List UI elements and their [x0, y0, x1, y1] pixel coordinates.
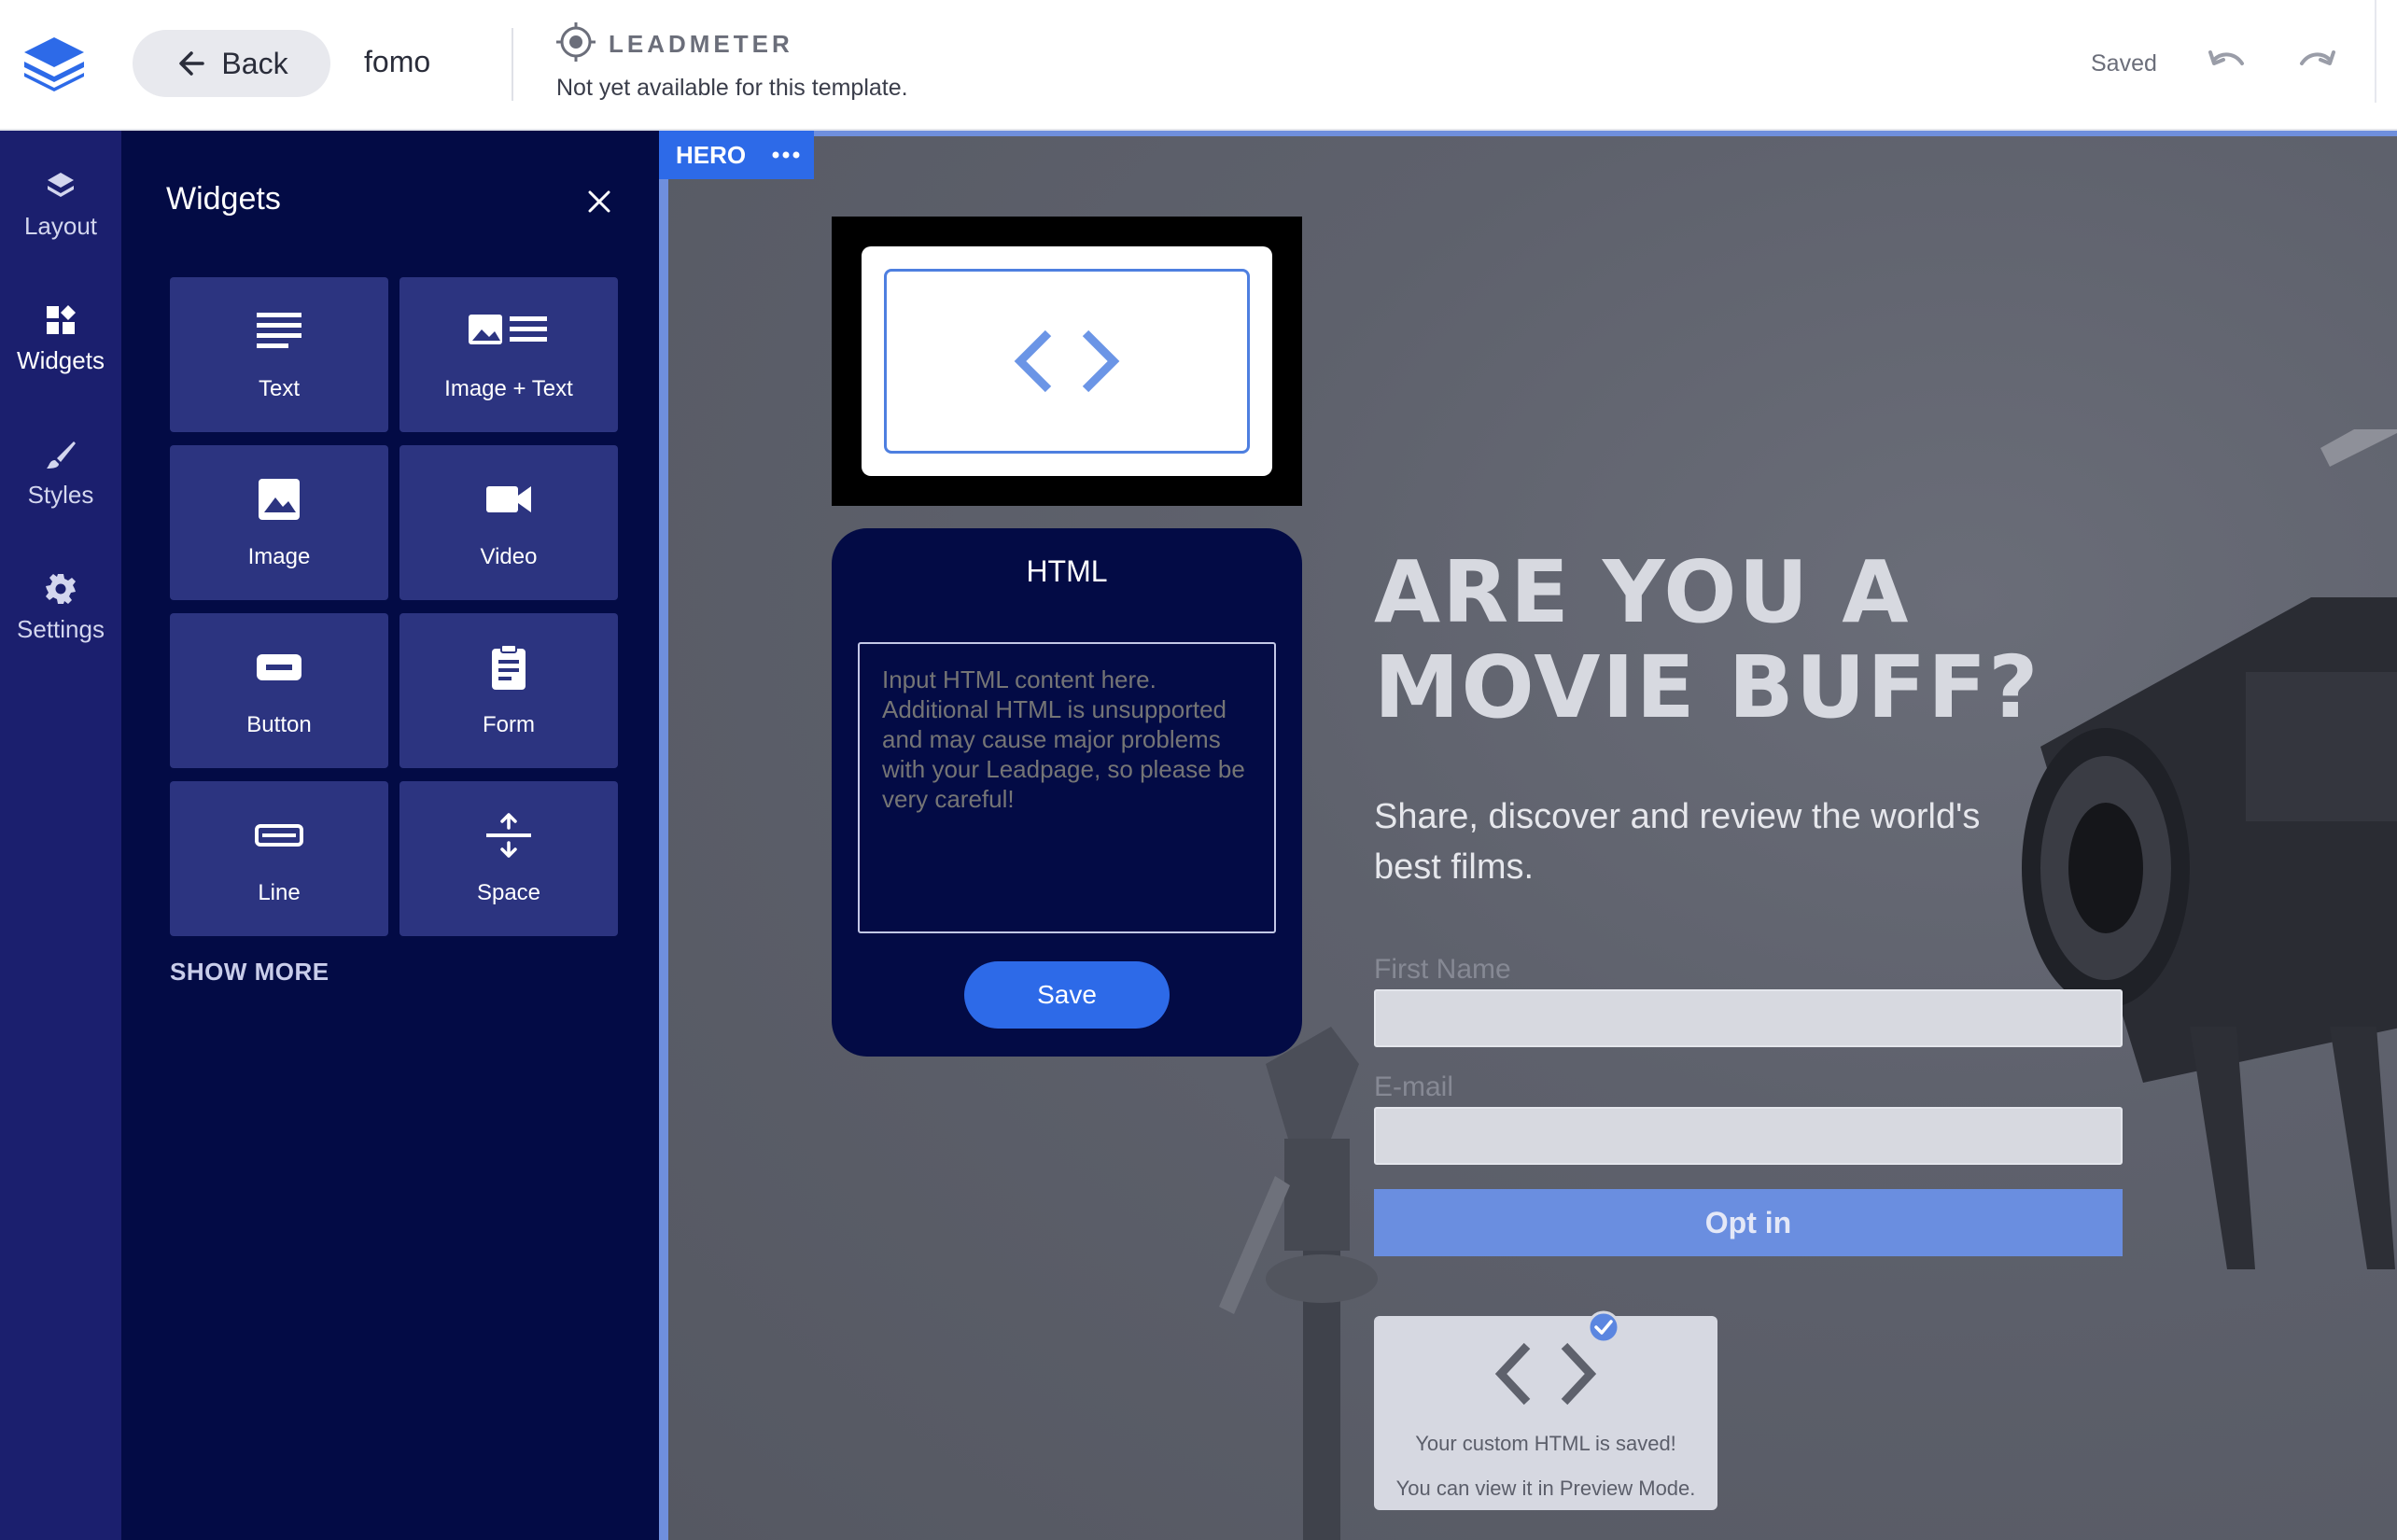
- brush-icon: [47, 441, 76, 469]
- widget-tile-form[interactable]: Form: [400, 613, 618, 768]
- undo-icon[interactable]: [2207, 47, 2248, 80]
- html-content-textarea[interactable]: [858, 642, 1276, 933]
- gear-icon: [46, 573, 76, 604]
- rail-item-styles[interactable]: Styles: [0, 422, 121, 525]
- video-icon: [486, 486, 531, 512]
- rail-item-settings[interactable]: Settings: [0, 556, 121, 659]
- html-editor-popover: HTML Save: [832, 528, 1302, 1057]
- line-icon: [255, 824, 303, 847]
- text-lines-icon: [257, 313, 301, 348]
- panel-title: Widgets: [166, 181, 281, 217]
- top-bar: Back fomo LEADMETER Not yet available fo…: [0, 0, 2397, 131]
- widget-label-space: Space: [476, 880, 541, 905]
- button-icon: [257, 654, 301, 680]
- rail-item-layout[interactable]: Layout: [0, 153, 121, 256]
- leadmeter-status: Not yet available for this template.: [556, 75, 908, 101]
- redo-icon[interactable]: [2296, 47, 2337, 80]
- html-widget-preview: [862, 246, 1272, 476]
- check-circle-icon: [1587, 1310, 1620, 1344]
- section-outline-top: [659, 131, 2397, 136]
- saved-message: Your custom HTML is saved!: [1415, 1432, 1676, 1455]
- widget-tile-image-text[interactable]: Image + Text: [400, 277, 618, 432]
- leadmeter-title: LEADMETER: [609, 30, 793, 58]
- back-button[interactable]: Back: [133, 30, 330, 97]
- widget-tile-line[interactable]: Line: [170, 781, 388, 936]
- html-widget-frame: [884, 269, 1250, 454]
- widget-label-form: Form: [483, 712, 535, 737]
- widget-label-button: Button: [246, 712, 312, 737]
- email-label: E-mail: [1374, 1071, 1454, 1102]
- first-name-label: First Name: [1374, 954, 1511, 985]
- widget-label-image-text: Image + Text: [444, 376, 573, 401]
- widget-tile-text[interactable]: Text: [170, 277, 388, 432]
- section-tag-label: HERO: [676, 140, 747, 169]
- back-label: Back: [221, 46, 288, 80]
- html-editor-title: HTML: [1026, 554, 1108, 588]
- leadpages-logo-icon[interactable]: [19, 34, 90, 91]
- html-save-button[interactable]: Save: [964, 961, 1170, 1029]
- widget-label-image: Image: [247, 544, 311, 569]
- space-icon: [486, 813, 531, 858]
- close-icon[interactable]: [581, 183, 618, 220]
- custom-html-saved-card[interactable]: Your custom HTML is saved! You can view …: [1374, 1310, 1717, 1510]
- layers-icon: [48, 172, 74, 197]
- code-brackets-icon: [1014, 329, 1120, 393]
- show-more-link[interactable]: SHOW MORE: [170, 958, 329, 987]
- headline-line-1: ARE YOU A: [1374, 542, 1911, 642]
- arrow-left-icon: [179, 51, 205, 76]
- widget-tile-button[interactable]: Button: [170, 613, 388, 768]
- widget-label-text: Text: [258, 376, 300, 401]
- widget-tile-space[interactable]: Space: [400, 781, 618, 936]
- left-rail: Layout Widgets Styles Settings: [0, 131, 121, 1540]
- widget-tile-video[interactable]: Video: [400, 445, 618, 600]
- image-icon: [259, 479, 300, 520]
- page-canvas[interactable]: HERO HTML Save ARE YOU A MOVIE BUFF? Sha…: [659, 131, 2397, 1540]
- preview-hint: You can view it in Preview Mode.: [1395, 1477, 1696, 1500]
- rail-label-styles: Styles: [27, 480, 94, 509]
- widgets-icon: [47, 304, 76, 334]
- target-icon: [556, 22, 596, 62]
- widget-label-video: Video: [480, 544, 538, 569]
- section-outline-left: [659, 131, 668, 1540]
- code-brackets-icon: [1494, 1342, 1597, 1406]
- first-name-field[interactable]: [1374, 989, 2123, 1047]
- page-name[interactable]: fomo: [364, 45, 430, 79]
- more-options-icon[interactable]: [772, 151, 800, 159]
- rail-item-widgets[interactable]: Widgets: [0, 287, 121, 390]
- html-widget-block[interactable]: [832, 217, 1302, 506]
- hero-subheadline[interactable]: Share, discover and review the world's b…: [1374, 791, 2027, 892]
- rail-label-layout: Layout: [23, 211, 98, 240]
- opt-in-button[interactable]: Opt in: [1374, 1189, 2123, 1256]
- hero-headline[interactable]: ARE YOU A MOVIE BUFF?: [1374, 545, 2040, 735]
- widgets-panel: Widgets Text Image + Text Image Video Bu…: [121, 131, 659, 1540]
- image-text-icon: [469, 315, 547, 344]
- topbar-edge: [2375, 0, 2376, 103]
- headline-line-2: MOVIE BUFF?: [1374, 637, 2040, 737]
- topbar-divider: [512, 28, 513, 101]
- email-field[interactable]: [1374, 1107, 2123, 1165]
- widget-tile-image[interactable]: Image: [170, 445, 388, 600]
- hero-section-tag[interactable]: HERO: [659, 131, 814, 179]
- save-status: Saved: [2091, 50, 2157, 77]
- rail-label-widgets: Widgets: [17, 345, 105, 374]
- clipboard-icon: [492, 644, 526, 690]
- rail-label-settings: Settings: [17, 614, 105, 643]
- widget-label-line: Line: [258, 880, 301, 905]
